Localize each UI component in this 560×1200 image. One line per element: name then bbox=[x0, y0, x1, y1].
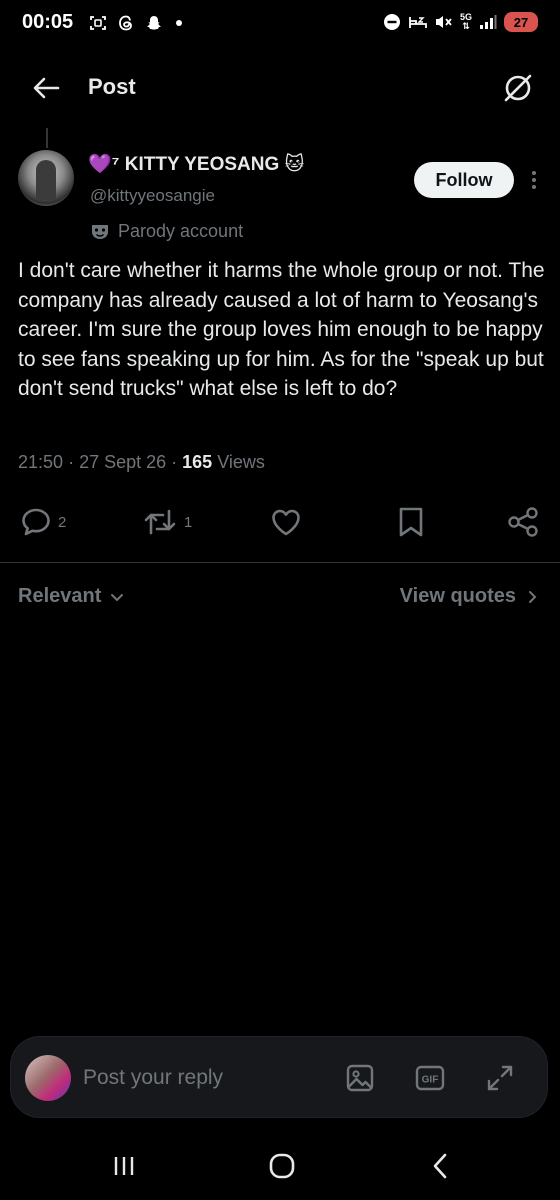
sort-label: Relevant bbox=[18, 585, 102, 607]
post-text: I don't care whether it harms the whole … bbox=[18, 259, 545, 400]
status-bar: 00:05 5G ⇅ 27 bbox=[0, 0, 560, 52]
battery-indicator: 27 bbox=[504, 12, 538, 32]
bookmark-button[interactable] bbox=[396, 500, 426, 544]
repost-icon bbox=[144, 509, 176, 535]
post-actions: 2 1 bbox=[0, 500, 560, 544]
sort-relevant-button[interactable]: Relevant bbox=[18, 585, 125, 608]
system-nav-bar bbox=[0, 1130, 560, 1200]
thread-line bbox=[46, 128, 48, 148]
arrow-left-icon bbox=[33, 77, 60, 99]
threads-icon bbox=[116, 13, 136, 33]
chevron-down-icon bbox=[111, 593, 124, 601]
reply-count: 2 bbox=[58, 513, 67, 531]
expand-reply-button[interactable] bbox=[483, 1061, 517, 1095]
bookmark-icon bbox=[399, 507, 423, 537]
more-dot bbox=[532, 185, 536, 189]
user-avatar bbox=[25, 1055, 71, 1101]
more-options-button[interactable] bbox=[522, 166, 546, 194]
views-count[interactable]: 165 bbox=[182, 452, 212, 472]
status-left-icons bbox=[88, 13, 182, 33]
status-right-icons: 5G ⇅ 27 bbox=[382, 12, 538, 32]
chevron-left-icon bbox=[433, 1153, 447, 1179]
parody-label: Parody account bbox=[118, 221, 244, 241]
network-5g-indicator: 5G ⇅ bbox=[459, 12, 472, 31]
page-title: Post bbox=[88, 74, 136, 99]
notification-dot bbox=[176, 20, 182, 26]
views-label: Views bbox=[217, 452, 265, 472]
add-image-button[interactable] bbox=[343, 1061, 377, 1095]
post-date[interactable]: 27 Sept 26 bbox=[79, 452, 166, 472]
chevron-right-icon bbox=[529, 590, 537, 603]
mute-icon bbox=[434, 12, 454, 32]
snapchat-icon bbox=[144, 13, 164, 33]
meta-separator: · bbox=[68, 452, 80, 472]
dnd-icon bbox=[382, 12, 402, 32]
follow-button[interactable]: Follow bbox=[414, 162, 514, 198]
gif-label: GIF bbox=[422, 1075, 439, 1086]
meta-separator: · bbox=[171, 452, 183, 472]
signal-icon bbox=[478, 12, 498, 32]
parody-label-row: Parody account bbox=[90, 221, 243, 242]
system-back-button[interactable] bbox=[420, 1148, 460, 1184]
repost-button[interactable]: 1 bbox=[142, 500, 192, 544]
image-icon bbox=[346, 1064, 374, 1092]
back-button[interactable] bbox=[28, 72, 64, 104]
like-button[interactable] bbox=[270, 500, 302, 544]
author-handle[interactable]: @kittyyeosangie bbox=[90, 186, 215, 206]
screenshot-icon bbox=[88, 13, 108, 33]
post-meta: 21:50 · 27 Sept 26 · 165 Views bbox=[18, 452, 265, 473]
share-button[interactable] bbox=[506, 500, 540, 544]
author-name[interactable]: 💜⁷ KITTY YEOSANG 🐱 bbox=[88, 152, 304, 176]
avatar-figure bbox=[36, 160, 56, 200]
grok-button[interactable] bbox=[500, 70, 536, 106]
gif-icon: GIF bbox=[415, 1065, 445, 1091]
sleep-mode-icon bbox=[408, 12, 428, 32]
grok-icon bbox=[504, 74, 532, 102]
more-dot bbox=[532, 171, 536, 175]
home-icon bbox=[269, 1153, 295, 1179]
post-time[interactable]: 21:50 bbox=[18, 452, 63, 472]
mask-icon bbox=[92, 224, 108, 239]
view-quotes-link[interactable]: View quotes bbox=[400, 585, 538, 608]
expand-icon bbox=[487, 1065, 513, 1091]
share-icon bbox=[508, 507, 538, 537]
heart-icon bbox=[272, 509, 300, 536]
top-header: Post bbox=[0, 60, 560, 116]
repost-count: 1 bbox=[184, 513, 193, 531]
reply-button[interactable]: 2 bbox=[20, 500, 66, 544]
recent-apps-button[interactable] bbox=[104, 1148, 144, 1184]
divider bbox=[0, 562, 560, 563]
add-gif-button[interactable]: GIF bbox=[413, 1061, 447, 1095]
home-button[interactable] bbox=[262, 1148, 302, 1184]
reply-bar: GIF bbox=[10, 1036, 548, 1118]
reply-input[interactable] bbox=[83, 1063, 323, 1093]
comment-icon bbox=[22, 508, 50, 536]
status-time: 00:05 bbox=[22, 11, 74, 33]
more-dot bbox=[532, 178, 536, 182]
author-avatar[interactable] bbox=[18, 150, 74, 206]
recent-apps-icon bbox=[114, 1157, 134, 1175]
view-quotes-label: View quotes bbox=[399, 585, 516, 607]
